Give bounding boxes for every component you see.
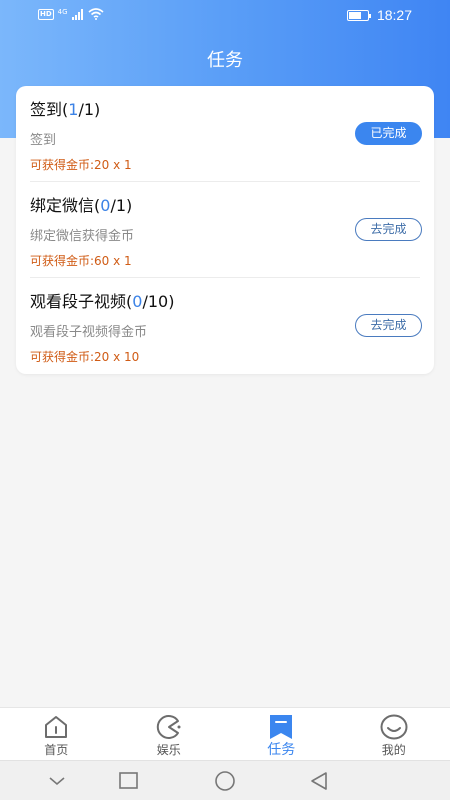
task-item-watch-videos: 观看段子视频(0/10) 观看段子视频得金币 可获得金币:20 x 10 去完成 bbox=[16, 278, 434, 374]
battery-icon bbox=[346, 9, 371, 21]
task-description: 绑定微信获得金币 bbox=[30, 229, 135, 244]
page-title: 任务 bbox=[207, 50, 243, 71]
go-complete-button[interactable]: 去完成 bbox=[355, 314, 422, 337]
system-navigation-bar bbox=[0, 760, 450, 800]
task-reward: 可获得金币:20 x 10 bbox=[30, 350, 140, 364]
progress-total: /10) bbox=[142, 292, 175, 311]
progress-total: /1) bbox=[78, 100, 101, 119]
status-left: HD 4G bbox=[38, 8, 104, 20]
status-right: 18:27 bbox=[346, 7, 412, 23]
task-name: 观看段子视频 bbox=[30, 292, 127, 311]
network-type: 4G bbox=[57, 8, 68, 16]
status-bar: HD 4G 18:27 bbox=[0, 0, 450, 30]
task-name: 绑定微信 bbox=[30, 196, 95, 215]
pacman-icon bbox=[156, 715, 181, 739]
tab-mine[interactable]: 我的 bbox=[338, 708, 450, 760]
home-circle-icon[interactable] bbox=[213, 769, 237, 793]
tab-tasks[interactable]: 任务 bbox=[225, 708, 338, 760]
tab-entertainment[interactable]: 娱乐 bbox=[113, 708, 226, 760]
tab-label: 任务 bbox=[267, 742, 296, 758]
task-title: 观看段子视频(0/10) bbox=[30, 288, 174, 312]
hd-badge: HD bbox=[38, 8, 54, 20]
bottom-tab-bar: 首页 娱乐 任务 我的 bbox=[0, 707, 450, 760]
signal-icon bbox=[71, 8, 83, 20]
tab-label: 我的 bbox=[381, 743, 406, 757]
progress-done: 0 bbox=[132, 292, 143, 311]
task-item-sign-in: 签到(1/1) 签到 可获得金币:20 x 1 已完成 bbox=[16, 86, 434, 182]
chevron-down-icon[interactable] bbox=[45, 769, 69, 793]
wifi-icon bbox=[88, 8, 104, 20]
task-description: 签到 bbox=[30, 133, 57, 148]
battery-level bbox=[348, 11, 361, 19]
progress-done: 0 bbox=[100, 196, 111, 215]
smiley-icon bbox=[380, 714, 408, 740]
task-reward: 可获得金币:60 x 1 bbox=[30, 254, 132, 268]
go-complete-button[interactable]: 去完成 bbox=[355, 218, 422, 241]
clock: 18:27 bbox=[376, 7, 412, 23]
tab-label: 首页 bbox=[44, 743, 69, 757]
progress-done: 1 bbox=[68, 100, 79, 119]
task-reward: 可获得金币:20 x 1 bbox=[30, 158, 132, 172]
recents-square-icon[interactable] bbox=[117, 769, 141, 793]
bookmark-icon bbox=[270, 715, 293, 739]
progress-total: /1) bbox=[110, 196, 133, 215]
task-item-bind-wechat: 绑定微信(0/1) 绑定微信获得金币 可获得金币:60 x 1 去完成 bbox=[16, 182, 434, 278]
back-triangle-icon[interactable] bbox=[307, 769, 331, 793]
task-description: 观看段子视频得金币 bbox=[30, 325, 148, 340]
task-list-card: 签到(1/1) 签到 可获得金币:20 x 1 已完成 绑定微信(0/1) 绑定… bbox=[16, 86, 434, 374]
tab-label: 娱乐 bbox=[156, 743, 181, 757]
completed-button[interactable]: 已完成 bbox=[355, 122, 422, 145]
task-title: 签到(1/1) bbox=[30, 96, 100, 120]
home-icon bbox=[45, 716, 68, 738]
task-name: 签到 bbox=[30, 100, 63, 119]
task-title: 绑定微信(0/1) bbox=[30, 192, 132, 216]
tab-home[interactable]: 首页 bbox=[0, 708, 113, 760]
